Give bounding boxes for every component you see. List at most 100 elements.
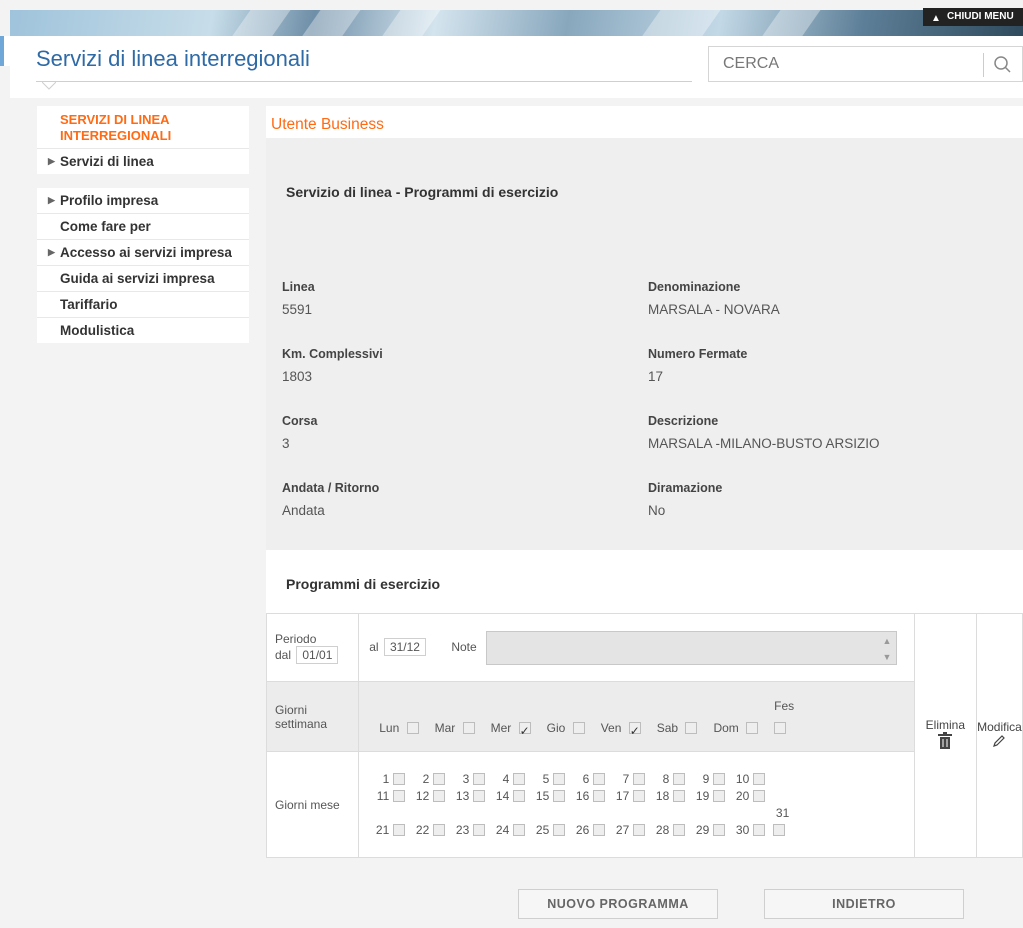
weekday-checkbox[interactable] xyxy=(628,720,641,742)
month-day-checkbox[interactable] xyxy=(433,824,446,837)
month-day-checkbox[interactable] xyxy=(753,824,766,837)
month-day-checkbox[interactable] xyxy=(473,824,486,837)
month-day-item: 12 xyxy=(413,788,453,805)
month-day-checkbox[interactable] xyxy=(633,824,646,837)
notes-textarea[interactable]: ▲ ▼ xyxy=(486,630,898,665)
month-day-checkbox[interactable] xyxy=(393,824,406,837)
month-day-checkbox[interactable] xyxy=(753,773,766,786)
month-day-label: 24 xyxy=(495,822,510,837)
month-day-checkbox[interactable] xyxy=(473,790,486,803)
dal-date-field[interactable]: 01/01 xyxy=(296,645,339,664)
weekday-checkbox[interactable] xyxy=(518,720,531,742)
month-day-checkbox[interactable] xyxy=(393,790,406,803)
month-day-label: 9 xyxy=(702,771,710,786)
linea-value: 5591 xyxy=(282,302,313,317)
scroll-down-icon[interactable]: ▼ xyxy=(880,650,894,664)
program-table: Periodo dal 01/01 al 31/12 Note ▲ ▼ Elim… xyxy=(265,613,1023,858)
search-icon[interactable] xyxy=(991,53,1015,77)
close-menu-button[interactable]: ▲ CHIUDI MENU xyxy=(923,8,1023,26)
month-day-checkbox[interactable] xyxy=(553,824,566,837)
weekday-checkbox[interactable] xyxy=(685,722,698,735)
weekday-checkbox[interactable] xyxy=(746,722,759,735)
periodo-label: Periodo xyxy=(275,631,317,646)
month-day-label: 1 xyxy=(382,771,390,786)
weekday-item: Ven xyxy=(601,717,649,742)
sidebar-item-modulistica[interactable]: Modulistica xyxy=(37,317,249,343)
weekday-checkbox[interactable] xyxy=(462,722,475,735)
month-day-checkbox[interactable] xyxy=(513,773,526,786)
month-day-label: 29 xyxy=(695,822,710,837)
header-accent xyxy=(0,36,24,66)
sidebar-item-label: Accesso ai servizi impresa xyxy=(60,245,232,260)
month-day-label: 28 xyxy=(655,822,670,837)
km-label: Km. Complessivi xyxy=(282,347,383,361)
month-day-checkbox[interactable] xyxy=(513,790,526,803)
month-day-checkbox[interactable] xyxy=(753,790,766,803)
month-day-checkbox[interactable] xyxy=(433,773,446,786)
andata-value: Andata xyxy=(282,503,325,518)
month-day-item: 9 xyxy=(693,771,733,788)
month-day-label: 18 xyxy=(655,788,670,803)
andata-label: Andata / Ritorno xyxy=(282,481,380,495)
sidebar-item-come-fare-per[interactable]: Come fare per xyxy=(37,213,249,239)
month-day-label: 7 xyxy=(622,771,630,786)
month-day-checkbox[interactable] xyxy=(393,773,406,786)
denominazione-label: Denominazione xyxy=(648,280,741,294)
back-button[interactable]: INDIETRO xyxy=(764,889,964,919)
scroll-up-icon[interactable]: ▲ xyxy=(880,634,894,648)
sidebar-group-services: SERVIZI DI LINEA INTERREGIONALI ▶ Serviz… xyxy=(37,106,249,174)
pencil-icon[interactable] xyxy=(992,734,1006,748)
sidebar-item-profilo-impresa[interactable]: ▶ Profilo impresa xyxy=(37,188,249,213)
month-day-checkbox[interactable] xyxy=(593,790,606,803)
sidebar-heading[interactable]: SERVIZI DI LINEA INTERREGIONALI xyxy=(37,106,249,148)
month-day-item: 14 xyxy=(493,788,533,805)
month-day-checkbox[interactable] xyxy=(773,824,786,837)
month-day-checkbox[interactable] xyxy=(553,773,566,786)
month-day-checkbox[interactable] xyxy=(713,790,726,803)
month-day-checkbox[interactable] xyxy=(513,824,526,837)
search-input[interactable] xyxy=(709,47,979,81)
month-day-label: 8 xyxy=(662,771,670,786)
month-day-checkbox[interactable] xyxy=(673,824,686,837)
period-notes-cell: al 31/12 Note ▲ ▼ xyxy=(358,613,915,682)
month-day-checkbox[interactable] xyxy=(673,790,686,803)
month-day-checkbox[interactable] xyxy=(593,773,606,786)
giorni-settimana-label: Giorni settimana xyxy=(265,681,360,752)
trash-icon[interactable] xyxy=(938,732,953,750)
search-box xyxy=(708,46,1023,82)
month-day-checkbox[interactable] xyxy=(713,824,726,837)
month-day-checkbox[interactable] xyxy=(433,790,446,803)
month-day-label: 14 xyxy=(495,788,510,803)
weekday-item: Fes xyxy=(774,695,794,739)
month-day-item: 16 xyxy=(573,788,613,805)
new-program-button[interactable]: NUOVO PROGRAMMA xyxy=(518,889,718,919)
corsa-label: Corsa xyxy=(282,414,318,428)
month-day-checkbox[interactable] xyxy=(553,790,566,803)
sidebar-item-accesso-servizi[interactable]: ▶ Accesso ai servizi impresa xyxy=(37,239,249,265)
month-day-checkbox[interactable] xyxy=(633,790,646,803)
al-date-field[interactable]: 31/12 xyxy=(383,637,426,656)
weekday-checkbox[interactable] xyxy=(774,722,787,735)
sidebar-item-label: Profilo impresa xyxy=(60,193,159,208)
month-day-checkbox[interactable] xyxy=(473,773,486,786)
month-day-checkbox[interactable] xyxy=(593,824,606,837)
month-day-checkbox[interactable] xyxy=(713,773,726,786)
month-day-item: 21 xyxy=(373,822,413,839)
weekday-checkbox[interactable] xyxy=(406,722,419,735)
month-day-label: 5 xyxy=(542,771,550,786)
month-day-label: 23 xyxy=(455,822,470,837)
delete-cell[interactable]: Elimina xyxy=(913,613,977,858)
month-day-item: 20 xyxy=(733,788,773,805)
month-day-item: 26 xyxy=(573,822,613,839)
edit-cell[interactable]: Modifica xyxy=(975,613,1023,858)
weekday-checkbox[interactable] xyxy=(572,722,585,735)
month-day-label: 15 xyxy=(535,788,550,803)
month-day-label: 2 xyxy=(422,771,430,786)
month-day-checkbox[interactable] xyxy=(633,773,646,786)
month-day-item: 29 xyxy=(693,822,733,839)
sidebar-item-servizi-di-linea[interactable]: ▶ Servizi di linea xyxy=(37,148,249,174)
month-day-item: 1 xyxy=(373,771,413,788)
sidebar-item-tariffario[interactable]: Tariffario xyxy=(37,291,249,317)
month-day-checkbox[interactable] xyxy=(673,773,686,786)
sidebar-item-guida-servizi[interactable]: Guida ai servizi impresa xyxy=(37,265,249,291)
